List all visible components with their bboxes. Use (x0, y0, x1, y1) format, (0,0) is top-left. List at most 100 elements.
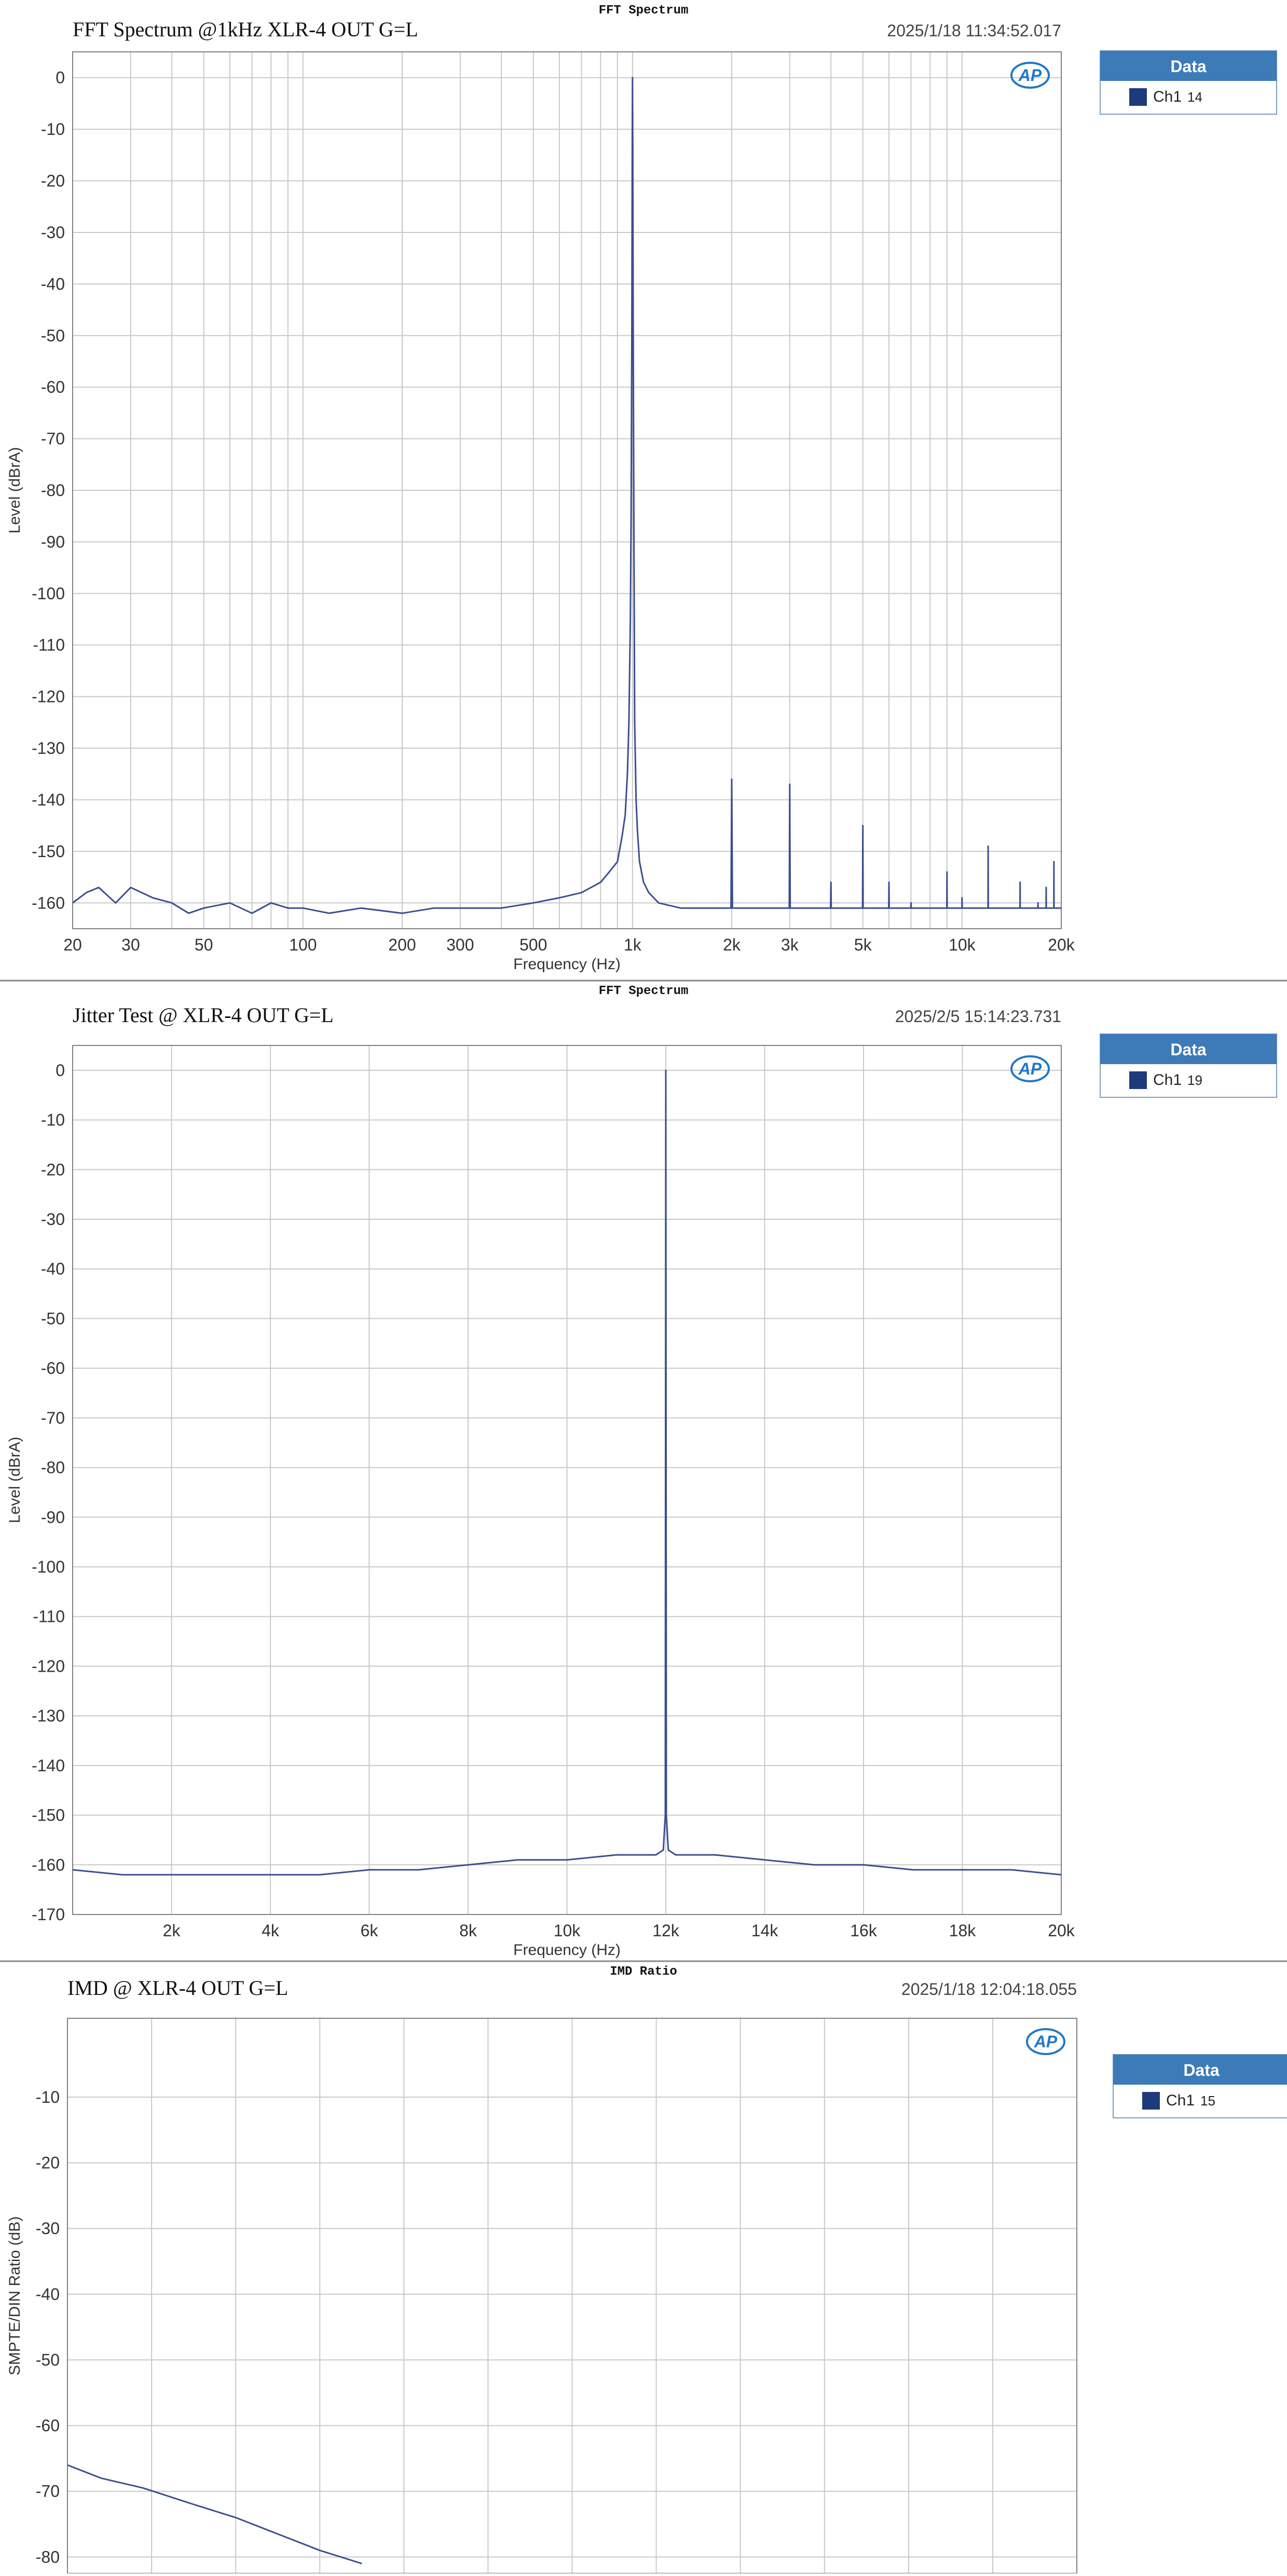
x-tick-label: 12k (652, 1921, 680, 1940)
legend-entry-value: 15 (1200, 2093, 1215, 2109)
y-tick-label: -60 (36, 2416, 60, 2435)
y-tick-label: -20 (41, 172, 65, 190)
y-tick-label: -80 (41, 481, 65, 500)
ap-logo-icon: AP (1026, 2028, 1065, 2055)
legend[interactable]: Data Ch1 14 (1100, 50, 1277, 115)
x-tick-label: 500 (519, 935, 547, 954)
y-tick-label: -140 (32, 790, 65, 809)
x-tick-label: 8k (459, 1921, 477, 1940)
grid (67, 2018, 1077, 2573)
y-tick-label: -30 (41, 223, 65, 242)
y-tick-label: -120 (32, 687, 65, 706)
chart-page: FFT Spectrum FFT Spectrum @1kHz XLR-4 OUT… (0, 0, 1287, 2574)
legend-header-label: Data (1170, 57, 1207, 76)
ap-logo-text: AP (1018, 66, 1042, 85)
y-tick-label: -70 (41, 1409, 65, 1427)
y-tick-label: -150 (32, 842, 65, 861)
y-tick-label: -90 (41, 1508, 65, 1526)
y-tick-label: -10 (41, 120, 65, 139)
grid (72, 52, 1062, 929)
x-tick-label: 16k (850, 1921, 878, 1940)
y-tick-label: -70 (41, 430, 65, 448)
legend-header-label: Data (1170, 1040, 1207, 1059)
y-tick-label: -80 (41, 1458, 65, 1477)
y-tick-label: -60 (41, 1359, 65, 1377)
ap-logo-icon: AP (1010, 62, 1050, 89)
x-tick-label: 3k (781, 935, 799, 954)
window-title: FFT Spectrum (599, 984, 689, 998)
ap-logo-icon: AP (1010, 1055, 1050, 1082)
y-tick-label: -160 (32, 893, 65, 912)
chart-title: IMD @ XLR-4 OUT G=L (67, 1976, 288, 2000)
charts-canvas: FFT Spectrum FFT Spectrum @1kHz XLR-4 OUT… (0, 4, 1287, 2574)
timestamp: 2025/1/18 11:34:52.017 (887, 21, 1061, 40)
legend-swatch (1129, 1071, 1147, 1089)
y-tick-label: -160 (32, 1855, 65, 1874)
y-tick-label: -100 (32, 1558, 65, 1576)
legend-entry-name: Ch1 (1153, 1071, 1182, 1089)
y-tick-label: -50 (36, 2350, 60, 2369)
y-tick-label: -70 (36, 2482, 60, 2501)
series-line-ch1 (67, 2464, 362, 2565)
legend-entry-name: Ch1 (1153, 88, 1182, 105)
chart-title: Jitter Test @ XLR-4 OUT G=L (73, 1003, 334, 1027)
legend-swatch (1142, 2092, 1160, 2110)
chart-1: FFT Spectrum FFT Spectrum @1kHz XLR-4 OUT… (6, 4, 1277, 973)
x-tick-label: 20k (1048, 935, 1075, 954)
y-tick-label: -130 (32, 739, 65, 757)
x-tick-label: 5k (854, 935, 872, 954)
legend-entry-name: Ch1 (1166, 2092, 1195, 2109)
x-tick-label: 30 (121, 935, 140, 954)
y-axis-label: Level (dBrA) (6, 1437, 23, 1523)
y-tick-label: -50 (41, 1309, 65, 1328)
x-tick-label: 200 (388, 935, 416, 954)
y-tick-label: 0 (56, 68, 65, 87)
y-tick-label: -20 (36, 2154, 60, 2172)
y-tick-label: -140 (32, 1756, 65, 1775)
timestamp: 2025/2/5 15:14:23.731 (895, 1007, 1061, 1026)
y-tick-label: -10 (36, 2088, 60, 2106)
x-tick-label: 10k (554, 1921, 581, 1940)
x-tick-label: 18k (949, 1921, 977, 1940)
y-tick-label: -120 (32, 1657, 65, 1675)
y-tick-label: -130 (32, 1706, 65, 1725)
chart-2: FFT Spectrum Jitter Test @ XLR-4 OUT G=L 2… (0, 980, 1287, 1959)
x-axis-label: Frequency (Hz) (513, 1941, 621, 1959)
x-tick-label: 20 (63, 935, 82, 954)
y-tick-label: -50 (41, 326, 65, 345)
y-tick-label: -40 (36, 2285, 60, 2304)
x-tick-label: 10k (949, 935, 976, 954)
y-tick-label: -110 (33, 1607, 65, 1626)
x-tick-label: 300 (446, 935, 474, 954)
x-tick-label: 50 (195, 935, 213, 954)
x-tick-label: 14k (751, 1921, 779, 1940)
y-tick-label: -30 (36, 2219, 60, 2238)
y-tick-label: -150 (32, 1806, 65, 1825)
y-tick-label: -80 (36, 2547, 60, 2566)
x-tick-label: 4k (262, 1921, 280, 1940)
y-axis-label: Level (dBrA) (6, 447, 23, 534)
y-tick-label: -30 (41, 1210, 65, 1229)
y-tick-label: -10 (41, 1111, 65, 1129)
y-tick-label: -40 (41, 1260, 65, 1278)
ap-logo-text: AP (1034, 2032, 1058, 2051)
legend[interactable]: Data Ch1 15 (1113, 2054, 1287, 2118)
y-axis-label: SMPTE/DIN Ratio (dB) (6, 2216, 23, 2376)
x-tick-label: 6k (361, 1921, 379, 1940)
legend-entry-value: 19 (1187, 1072, 1202, 1088)
legend[interactable]: Data Ch1 19 (1100, 1034, 1277, 1098)
x-tick-label: 2k (163, 1921, 181, 1940)
x-tick-label: 100 (289, 935, 317, 954)
y-tick-label: -110 (33, 636, 65, 654)
y-tick-label: -20 (41, 1160, 65, 1179)
chart-3: IMD Ratio IMD @ XLR-4 OUT G=L 2025/1/18 12… (0, 1960, 1287, 2574)
x-tick-label: 1k (624, 935, 642, 954)
ap-logo-text: AP (1018, 1059, 1042, 1078)
y-tick-label: 0 (56, 1061, 65, 1080)
series-line-ch1 (73, 77, 1061, 914)
chart-title: FFT Spectrum @1kHz XLR-4 OUT G=L (73, 18, 418, 41)
x-tick-label: 2k (723, 935, 741, 954)
legend-entry-value: 14 (1187, 89, 1202, 105)
y-tick-label: -170 (32, 1905, 65, 1924)
legend-swatch (1129, 88, 1147, 106)
